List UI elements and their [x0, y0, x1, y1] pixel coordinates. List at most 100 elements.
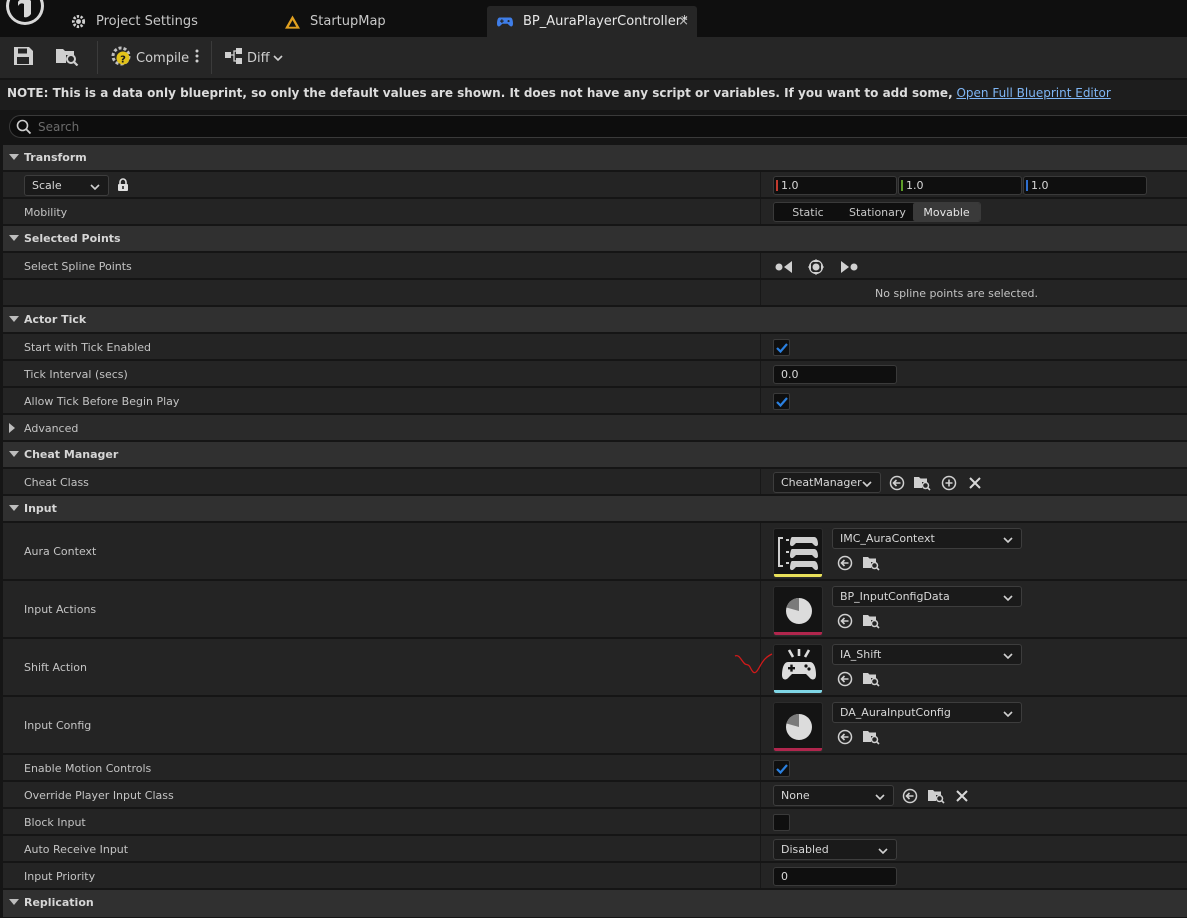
- browse-to-asset-icon[interactable]: [862, 612, 880, 630]
- chevron-down-icon: [862, 478, 872, 491]
- scale-y-field[interactable]: 1.0: [898, 176, 1022, 195]
- svg-text:?: ?: [120, 54, 126, 65]
- asset-type-color-bar: [774, 632, 822, 635]
- open-full-blueprint-editor-link[interactable]: Open Full Blueprint Editor: [956, 86, 1110, 100]
- allow-tick-label: Allow Tick Before Begin Play: [24, 395, 180, 408]
- lock-icon[interactable]: [117, 178, 129, 195]
- clear-icon[interactable]: [966, 474, 984, 492]
- column-splitter[interactable]: [760, 469, 761, 494]
- select-spline-points-label: Select Spline Points: [24, 260, 132, 273]
- use-selected-asset-icon[interactable]: [836, 728, 854, 746]
- add-new-icon[interactable]: [940, 474, 958, 492]
- tab-project-settings[interactable]: Project Settings: [60, 6, 275, 37]
- tick-interval-field[interactable]: 0.0: [773, 365, 897, 384]
- aura-context-asset-picker[interactable]: IMC_AuraContext: [832, 528, 1022, 549]
- use-selected-asset-icon[interactable]: [836, 612, 854, 630]
- column-splitter[interactable]: [760, 253, 761, 278]
- allow-tick-checkbox[interactable]: [773, 393, 790, 410]
- collapse-arrow-icon: [9, 451, 19, 457]
- category-label: Transform: [24, 151, 87, 164]
- input-config-thumbnail[interactable]: [773, 702, 823, 752]
- diff-button[interactable]: Diff: [224, 45, 283, 71]
- input-config-asset-picker[interactable]: DA_AuraInputConfig: [832, 702, 1022, 723]
- column-splitter[interactable]: [760, 334, 761, 359]
- input-actions-thumbnail[interactable]: [773, 586, 823, 636]
- advanced-section-toggle[interactable]: Advanced: [3, 415, 1187, 441]
- use-selected-asset-icon[interactable]: [836, 670, 854, 688]
- red-annotation-scribble: [734, 653, 773, 674]
- column-splitter[interactable]: [760, 863, 761, 888]
- scale-mode-combo[interactable]: Scale: [24, 175, 109, 196]
- browse-to-asset-icon[interactable]: [927, 787, 945, 805]
- tick-interval-label: Tick Interval (secs): [24, 368, 128, 381]
- shift-action-asset-picker[interactable]: IA_Shift: [832, 644, 1022, 665]
- input-priority-field[interactable]: 0: [773, 867, 897, 886]
- select-all-points-icon[interactable]: [807, 258, 825, 276]
- scale-z-field[interactable]: 1.0: [1023, 176, 1147, 195]
- block-input-checkbox[interactable]: [773, 814, 790, 831]
- column-splitter[interactable]: [760, 172, 761, 197]
- category-actor-tick[interactable]: Actor Tick: [3, 307, 1187, 333]
- column-splitter[interactable]: [760, 523, 761, 579]
- use-selected-asset-icon[interactable]: [836, 554, 854, 572]
- scale-x-field[interactable]: 1.0: [773, 176, 897, 195]
- category-label: Selected Points: [24, 232, 121, 245]
- column-splitter[interactable]: [760, 388, 761, 413]
- property-row-allow-tick-before-begin-play: Allow Tick Before Begin Play: [3, 388, 1187, 414]
- column-splitter[interactable]: [760, 809, 761, 834]
- property-row-spline-status: No spline points are selected.: [3, 280, 1187, 306]
- browse-asset-button[interactable]: [55, 45, 79, 71]
- toolbar-divider: [211, 41, 212, 74]
- use-selected-asset-icon[interactable]: [901, 787, 919, 805]
- column-splitter[interactable]: [760, 755, 761, 780]
- select-prev-point-icon[interactable]: [775, 258, 793, 276]
- auto-receive-input-combo[interactable]: Disabled: [773, 839, 897, 860]
- aura-context-thumbnail[interactable]: [773, 528, 823, 578]
- category-selected-points[interactable]: Selected Points: [3, 226, 1187, 252]
- category-transform[interactable]: Transform: [3, 145, 1187, 171]
- select-next-point-icon[interactable]: [840, 258, 858, 276]
- override-player-input-class-picker[interactable]: None: [773, 785, 894, 806]
- cheat-class-picker[interactable]: CheatManager: [773, 472, 881, 493]
- compile-options-button[interactable]: [194, 45, 200, 71]
- start-with-tick-checkbox[interactable]: [773, 339, 790, 356]
- property-row-start-with-tick: Start with Tick Enabled: [3, 334, 1187, 360]
- search-input[interactable]: [38, 118, 938, 135]
- collapse-arrow-icon: [9, 316, 19, 322]
- close-tab-icon[interactable]: ×: [678, 14, 689, 29]
- column-splitter[interactable]: [760, 836, 761, 861]
- column-splitter[interactable]: [760, 361, 761, 386]
- clear-icon[interactable]: [953, 787, 971, 805]
- tick-interval-value: 0.0: [781, 368, 799, 381]
- column-splitter[interactable]: [760, 581, 761, 637]
- column-splitter[interactable]: [760, 782, 761, 807]
- category-replication[interactable]: Replication: [3, 890, 1187, 918]
- property-row-auto-receive-input: Auto Receive Input: [3, 836, 1187, 862]
- tab-bp-aura-player-controller[interactable]: BP_AuraPlayerController* ×: [487, 6, 697, 37]
- column-splitter[interactable]: [760, 697, 761, 753]
- input-actions-asset-picker[interactable]: BP_InputConfigData: [832, 586, 1022, 607]
- browse-to-asset-icon[interactable]: [862, 554, 880, 572]
- browse-to-asset-icon[interactable]: [862, 728, 880, 746]
- mobility-stationary-option[interactable]: Stationary: [842, 203, 913, 221]
- shift-action-thumbnail[interactable]: [773, 644, 823, 694]
- details-search-box: [9, 115, 1187, 138]
- category-cheat-manager[interactable]: Cheat Manager: [3, 442, 1187, 468]
- property-row-mobility: Mobility: [3, 199, 1187, 225]
- mobility-static-option[interactable]: Static: [774, 203, 842, 221]
- tab-startup-map[interactable]: StartupMap: [274, 6, 486, 37]
- browse-to-asset-icon[interactable]: [913, 474, 931, 492]
- use-selected-asset-icon[interactable]: [888, 474, 906, 492]
- aura-context-value: IMC_AuraContext: [840, 532, 935, 545]
- category-input[interactable]: Input: [3, 496, 1187, 522]
- enable-motion-controls-checkbox[interactable]: [773, 760, 790, 777]
- save-button[interactable]: [12, 45, 34, 71]
- column-splitter[interactable]: [760, 199, 761, 224]
- unreal-logo-icon[interactable]: [4, 0, 46, 30]
- mobility-movable-option[interactable]: Movable: [913, 203, 980, 221]
- property-row-block-input: Block Input: [3, 809, 1187, 835]
- column-splitter[interactable]: [760, 280, 761, 305]
- compile-button[interactable]: ? Compile: [110, 45, 189, 71]
- browse-to-asset-icon[interactable]: [862, 670, 880, 688]
- data-asset-pie-icon: [786, 714, 812, 740]
